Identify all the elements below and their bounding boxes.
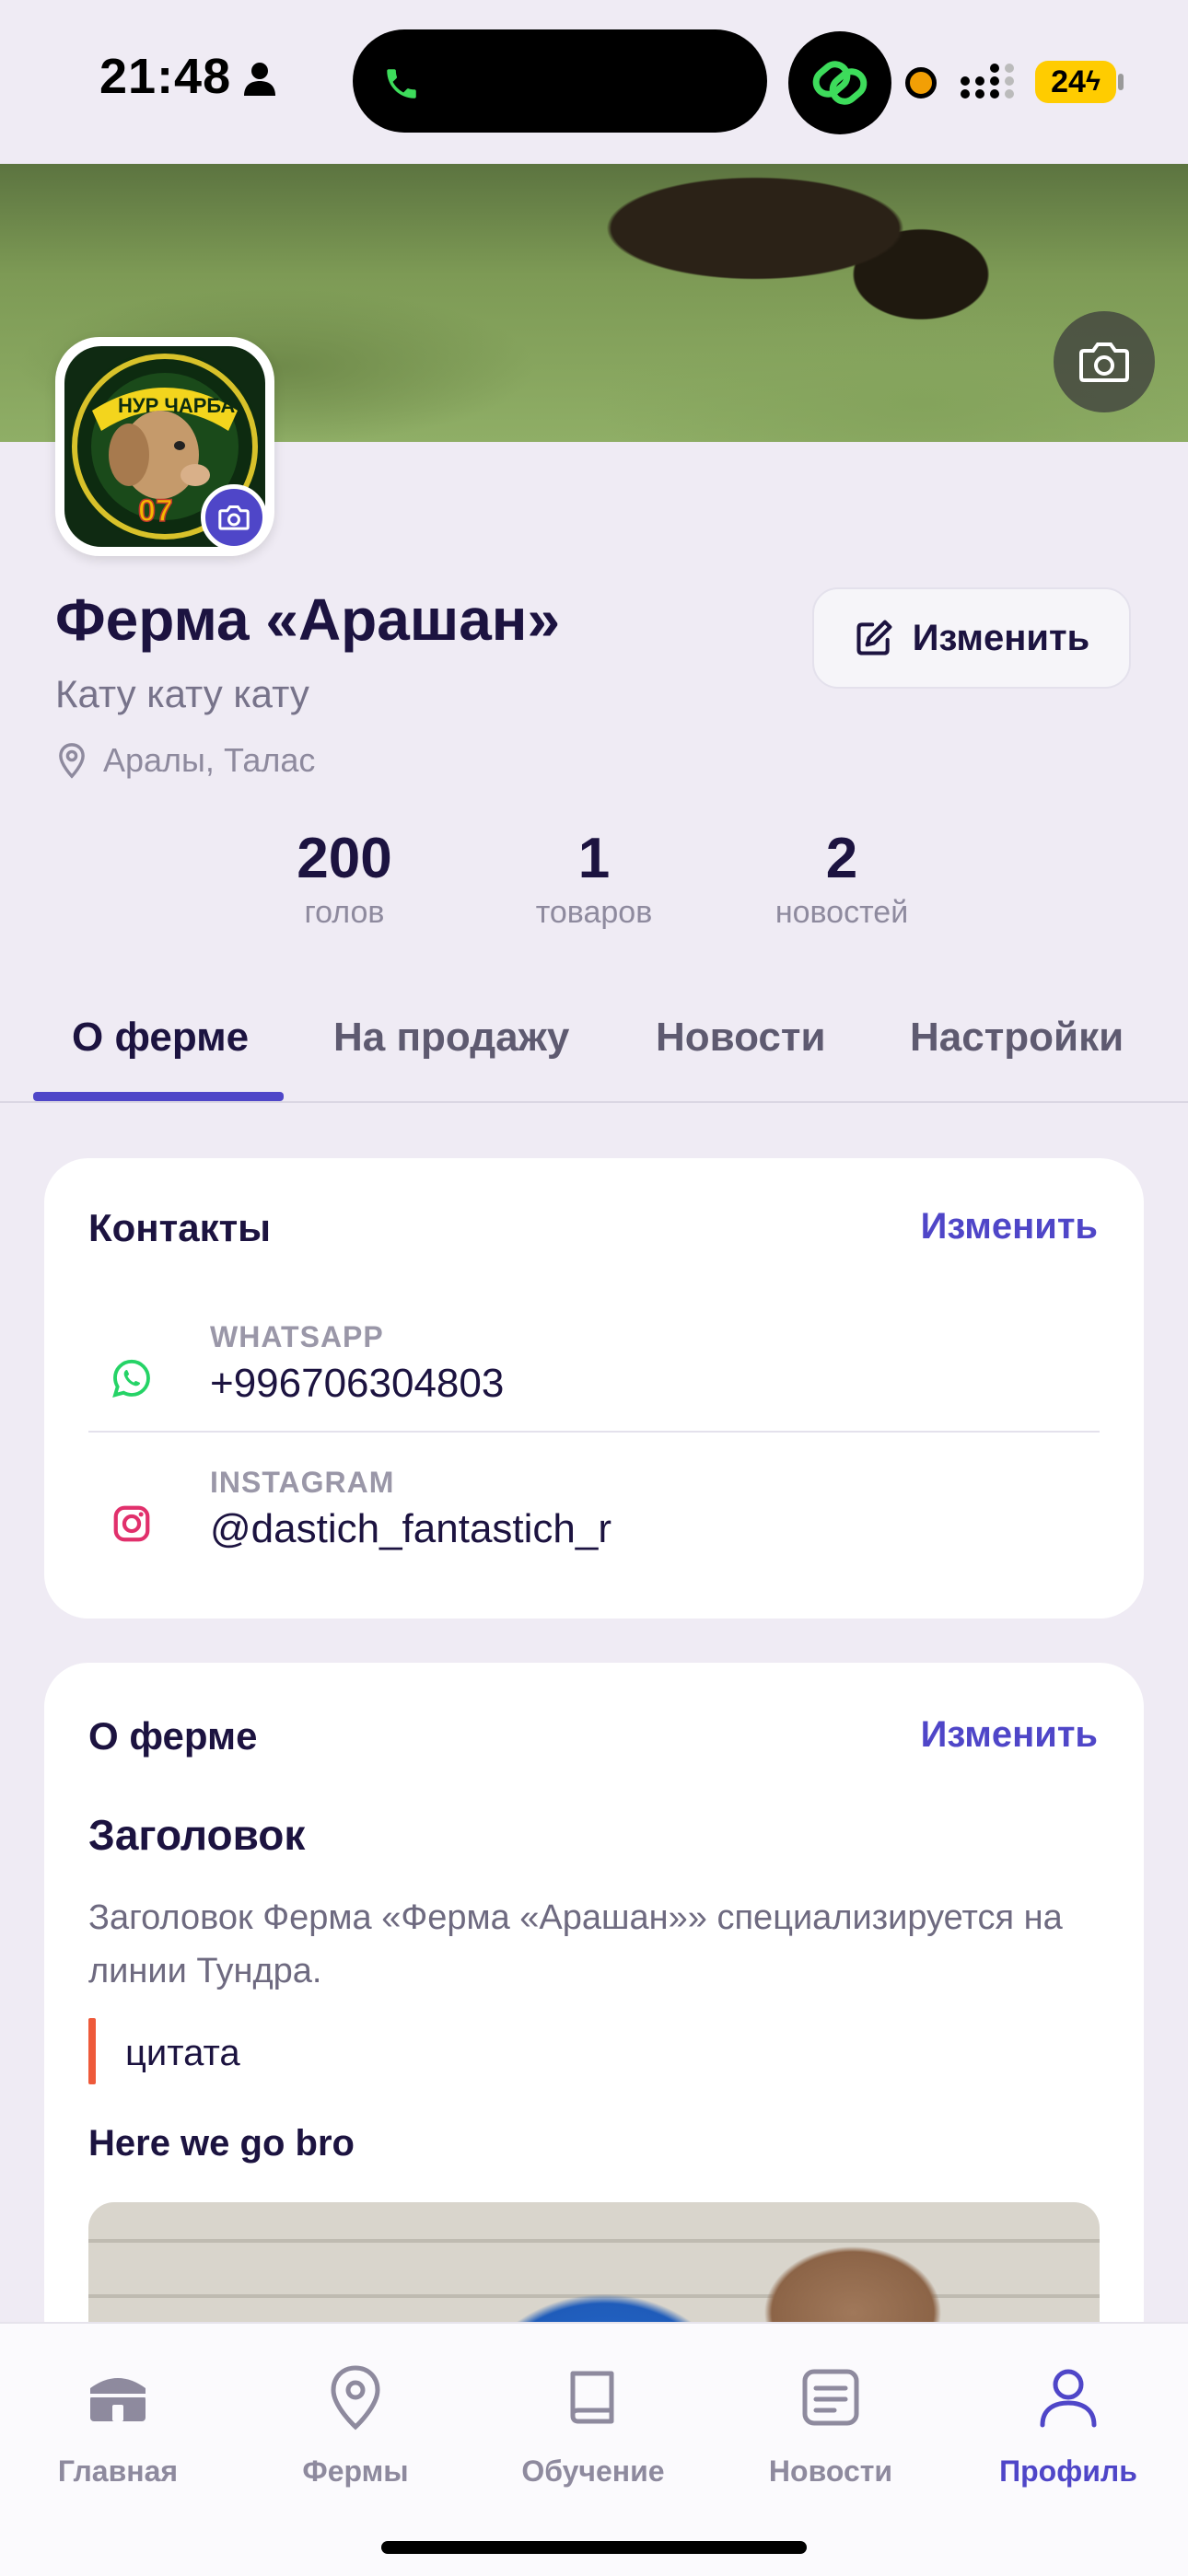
stat-products-value: 1 [577,827,611,890]
stat-heads: 200 голов [243,827,446,931]
stat-products-label: товаров [535,895,653,930]
yurt-icon [90,2378,146,2421]
user-icon [1040,2369,1097,2428]
about-title: О ферме [88,1714,258,1758]
link-icon[interactable] [808,51,872,115]
nav-profile[interactable]: Профиль [958,2361,1179,2489]
phone-call-icon[interactable] [382,64,421,103]
book-icon [570,2371,614,2424]
camera-icon [218,505,250,530]
about-edit-button[interactable]: Изменить [921,1714,1098,1756]
avatar-title: НУР ЧАРБА [118,394,235,417]
nav-learning[interactable]: Обучение [483,2361,704,2489]
farm-name: Ферма «Арашан» [55,586,561,653]
cellular-signal-icon [961,64,1014,99]
about-card: О ферме Изменить Заголовок Заголовок Фер… [44,1663,1144,2362]
camera-icon [1079,342,1129,382]
stat-news: 2 новостей [740,827,943,931]
battery-level: 24 [1051,64,1086,99]
edit-profile-button[interactable]: Изменить [812,587,1131,689]
tab-for-sale[interactable]: На продажу [333,1015,569,1061]
stat-heads-value: 200 [297,827,392,890]
battery-tip [1118,74,1124,90]
nav-farms[interactable]: Фермы [245,2361,466,2489]
about-paragraph: Заголовок Ферма «Ферма «Арашан»» специал… [88,1898,1063,1990]
news-icon [802,2369,859,2426]
contacts-divider [88,1431,1100,1433]
stat-heads-label: голов [304,895,385,930]
change-cover-button[interactable] [1054,311,1155,412]
whatsapp-value[interactable]: +996706304803 [210,1361,504,1407]
contacts-title: Контакты [88,1206,272,1249]
contacts-card: Контакты Изменить WHATSAPP +996706304803… [44,1158,1144,1619]
stat-products: 1 товаров [493,827,695,931]
farm-subtitle: Кату кату кату [55,672,309,715]
avatar-number: 07 [138,493,173,528]
instagram-value[interactable]: @dastich_fantastich_r [210,1506,611,1552]
charging-icon: ϟ [1085,66,1101,97]
stat-news-label: новостей [775,895,909,930]
quote-bar [88,2018,96,2084]
battery-indicator: 24 ϟ [1035,61,1116,103]
profile-tabs: О ферме На продажу Новости Настройки [0,994,1188,1103]
instagram-label: INSTAGRAM [210,1466,395,1499]
status-bar: 21:48 24 ϟ [0,0,1188,164]
instagram-icon [113,1505,150,1542]
bottom-navigation: Главная Фермы Обучение Новости Профиль [0,2322,1188,2576]
person-icon [244,63,275,96]
tab-about[interactable]: О ферме [72,1015,249,1061]
status-time: 21:48 [99,49,232,104]
about-subheading: Here we go bro [88,2123,355,2164]
tab-settings[interactable]: Настройки [910,1015,1124,1061]
privacy-indicator-icon [905,67,937,99]
stat-news-value: 2 [825,827,858,890]
contacts-edit-button[interactable]: Изменить [921,1206,1098,1247]
nav-learning-label: Обучение [521,2454,665,2488]
tab-news[interactable]: Новости [656,1015,826,1061]
nav-home-label: Главная [57,2454,179,2488]
edit-icon [856,620,892,656]
whatsapp-icon [112,1359,150,1398]
nav-home[interactable]: Главная [7,2361,228,2489]
nav-news[interactable]: Новости [720,2361,941,2489]
map-pin-icon [331,2365,380,2431]
nav-profile-label: Профиль [999,2454,1137,2488]
about-quote: цитата [125,2033,240,2073]
location-pin-icon [59,743,85,779]
nav-farms-label: Фермы [302,2454,409,2488]
farm-location: Аралы, Талас [103,741,316,779]
about-heading: Заголовок [88,1811,306,1859]
whatsapp-label: WHATSAPP [210,1320,384,1353]
edit-profile-label: Изменить [912,617,1090,658]
active-tab-indicator [33,1092,284,1101]
home-indicator[interactable] [381,2541,807,2554]
nav-news-label: Новости [768,2454,893,2488]
change-avatar-button[interactable] [201,484,267,551]
